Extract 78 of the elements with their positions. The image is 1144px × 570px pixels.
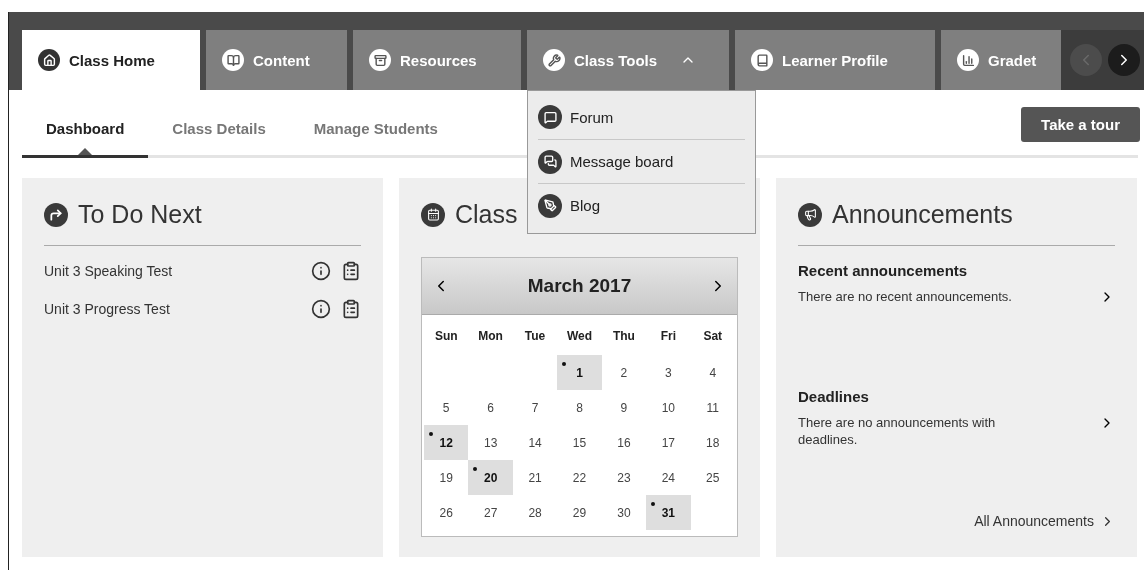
section-heading: Deadlines — [798, 387, 870, 405]
info-icon[interactable] — [311, 299, 331, 319]
menu-item[interactable]: Blog — [538, 183, 745, 227]
pen-icon — [538, 193, 562, 218]
nav-tab[interactable]: Class Tools — [527, 30, 729, 90]
clipboard-icon[interactable] — [341, 261, 361, 281]
calendar-day[interactable]: 21 — [512, 460, 558, 495]
menu-item[interactable]: Forum — [538, 95, 745, 139]
panel-title: To Do Next — [78, 200, 202, 229]
calendar-day[interactable]: 5 — [424, 390, 469, 425]
all-announcements-link[interactable]: All Announcements — [974, 513, 1115, 529]
calendar-day[interactable]: 2 — [601, 355, 647, 390]
cabinet-icon — [373, 53, 387, 67]
scroll-right-button[interactable] — [1108, 44, 1140, 76]
section-heading: Recent announcements — [798, 262, 969, 279]
book-icon — [226, 53, 240, 67]
book-icon — [755, 53, 769, 67]
calendar-day[interactable]: 29 — [557, 495, 602, 530]
calendar-icon — [421, 202, 445, 227]
nav-tab[interactable]: Learner Profile — [735, 30, 935, 90]
calendar-day[interactable]: 8 — [557, 390, 602, 425]
calendar-day[interactable]: 12 — [424, 425, 469, 460]
month-title: March 2017 — [527, 275, 632, 297]
calendar-day[interactable]: 7 — [512, 390, 558, 425]
calendar-day[interactable]: 13 — [468, 425, 513, 460]
calendar-day[interactable]: 10 — [646, 390, 691, 425]
calendar-day[interactable]: 30 — [601, 495, 647, 530]
calendar-day[interactable]: 19 — [424, 460, 469, 495]
announcement-message: There are no announcements with deadlines. — [798, 414, 997, 449]
calendar-day[interactable]: 11 — [690, 390, 735, 425]
calendar-day[interactable]: 17 — [646, 425, 691, 460]
clipboard-icon[interactable] — [341, 299, 361, 319]
weekday-label: Tue — [523, 328, 547, 345]
calendar-day[interactable]: 25 — [690, 460, 735, 495]
weekday-label: Wed — [565, 328, 594, 345]
wrench-icon — [547, 53, 561, 67]
nav-tab[interactable]: Gradet — [941, 30, 1061, 90]
todo-item[interactable]: Unit 3 Progress Test — [44, 301, 301, 317]
calendar-day[interactable]: 23 — [601, 460, 647, 495]
megaphone-icon — [798, 202, 822, 227]
calendar-day[interactable]: 20 — [468, 460, 513, 495]
calendar-day[interactable]: 27 — [468, 495, 513, 530]
calendar-day[interactable]: 24 — [646, 460, 691, 495]
calendar-day[interactable]: 9 — [601, 390, 647, 425]
announcement-message: There are no recent announcements. — [798, 289, 1013, 306]
chat-bubbles-icon — [538, 149, 562, 174]
sub-tab[interactable]: Class Details — [148, 120, 290, 158]
calendar-day[interactable]: 18 — [690, 425, 735, 460]
sub-tab[interactable]: Dashboard — [22, 120, 149, 158]
calendar-day[interactable]: 4 — [690, 355, 735, 390]
menu-item[interactable]: Message board — [538, 139, 745, 183]
calendar-day[interactable]: 22 — [557, 460, 602, 495]
todo-item[interactable]: Unit 3 Speaking Test — [44, 263, 301, 279]
info-icon[interactable] — [311, 261, 331, 281]
calendar-day[interactable]: 3 — [646, 355, 691, 390]
calendar-day[interactable]: 28 — [512, 495, 558, 530]
calendar-day[interactable]: 15 — [557, 425, 602, 460]
calendar-day[interactable]: 26 — [424, 495, 469, 530]
panel-title: Announcements — [832, 200, 1013, 229]
take-tour-button[interactable]: Take a tour — [1021, 107, 1140, 142]
weekday-label: Sat — [702, 328, 724, 345]
chart-icon — [961, 53, 975, 67]
calendar-day[interactable]: 16 — [601, 425, 647, 460]
calendar-day[interactable]: 1 — [557, 355, 602, 390]
weekday-label: Mon — [477, 328, 504, 345]
weekday-label: Sun — [433, 328, 459, 345]
speech-bubble-icon — [538, 105, 562, 129]
weekday-label: Fri — [659, 328, 677, 345]
nav-tab[interactable]: Content — [206, 30, 347, 90]
nav-tab[interactable]: Class Home — [22, 30, 200, 90]
calendar-day[interactable]: 6 — [468, 390, 513, 425]
weekday-label: Thu — [611, 328, 636, 345]
calendar-day[interactable]: 31 — [646, 495, 691, 530]
nav-tab[interactable]: Resources — [353, 30, 521, 90]
home-icon — [42, 53, 56, 67]
sub-tab[interactable]: Manage Students — [289, 120, 462, 158]
calendar-day[interactable]: 14 — [512, 425, 558, 460]
panel-title: Class — [455, 200, 518, 229]
